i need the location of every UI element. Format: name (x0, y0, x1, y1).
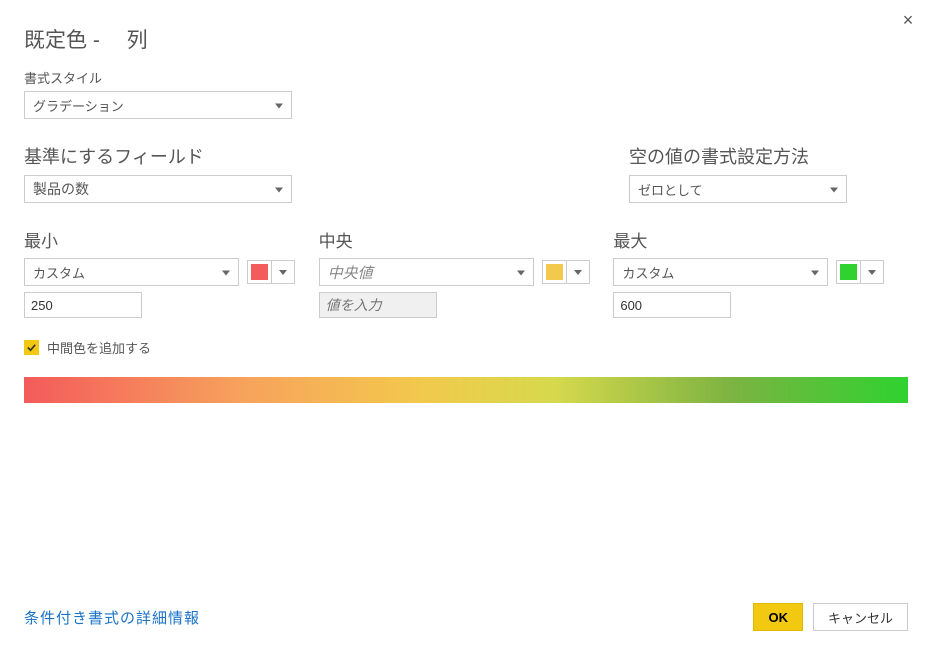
max-color-dropdown[interactable] (860, 260, 884, 284)
max-color-picker[interactable] (836, 260, 884, 284)
max-value-input[interactable] (613, 292, 731, 318)
max-label: 最大 (613, 227, 908, 252)
min-color-swatch (247, 260, 271, 284)
min-label: 最小 (24, 227, 319, 252)
min-color-inner (251, 264, 268, 280)
center-type-select[interactable]: 中央値 (319, 258, 534, 286)
center-color-dropdown[interactable] (566, 260, 590, 284)
min-color-dropdown[interactable] (271, 260, 295, 284)
center-label: 中央 (319, 227, 614, 252)
add-midcolor-checkbox[interactable] (24, 340, 39, 355)
add-midcolor-label: 中間色を追加する (47, 338, 151, 357)
base-field-select[interactable]: 製品の数 (24, 175, 292, 203)
center-color-swatch (542, 260, 566, 284)
check-icon (26, 342, 37, 353)
center-color-inner (546, 264, 563, 280)
close-button[interactable]: × (896, 8, 920, 32)
min-value-input[interactable] (24, 292, 142, 318)
max-color-swatch (836, 260, 860, 284)
empty-value-value: ゼロとして (638, 180, 703, 199)
format-style-label: 書式スタイル (24, 68, 908, 87)
center-type-value: 中央値 (328, 262, 373, 283)
cancel-button[interactable]: キャンセル (813, 603, 908, 631)
format-style-value: グラデーション (33, 96, 124, 115)
conditional-format-link[interactable]: 条件付き書式の詳細情報 (24, 607, 200, 628)
base-field-label: 基準にするフィールド (24, 143, 629, 169)
format-style-select[interactable]: グラデーション (24, 91, 292, 119)
center-color-picker[interactable] (542, 260, 590, 284)
max-type-select[interactable]: カスタム (613, 258, 828, 286)
dialog-title: 既定色 - 列 (24, 24, 908, 54)
center-value-input (319, 292, 437, 318)
base-field-value: 製品の数 (33, 179, 89, 199)
max-type-value: カスタム (622, 263, 674, 282)
gradient-preview (24, 377, 908, 403)
empty-value-select[interactable]: ゼロとして (629, 175, 847, 203)
min-type-select[interactable]: カスタム (24, 258, 239, 286)
max-color-inner (840, 264, 857, 280)
empty-value-label: 空の値の書式設定方法 (629, 143, 908, 169)
close-icon: × (903, 10, 914, 31)
ok-button[interactable]: OK (753, 603, 803, 631)
min-color-picker[interactable] (247, 260, 295, 284)
min-type-value: カスタム (33, 263, 85, 282)
